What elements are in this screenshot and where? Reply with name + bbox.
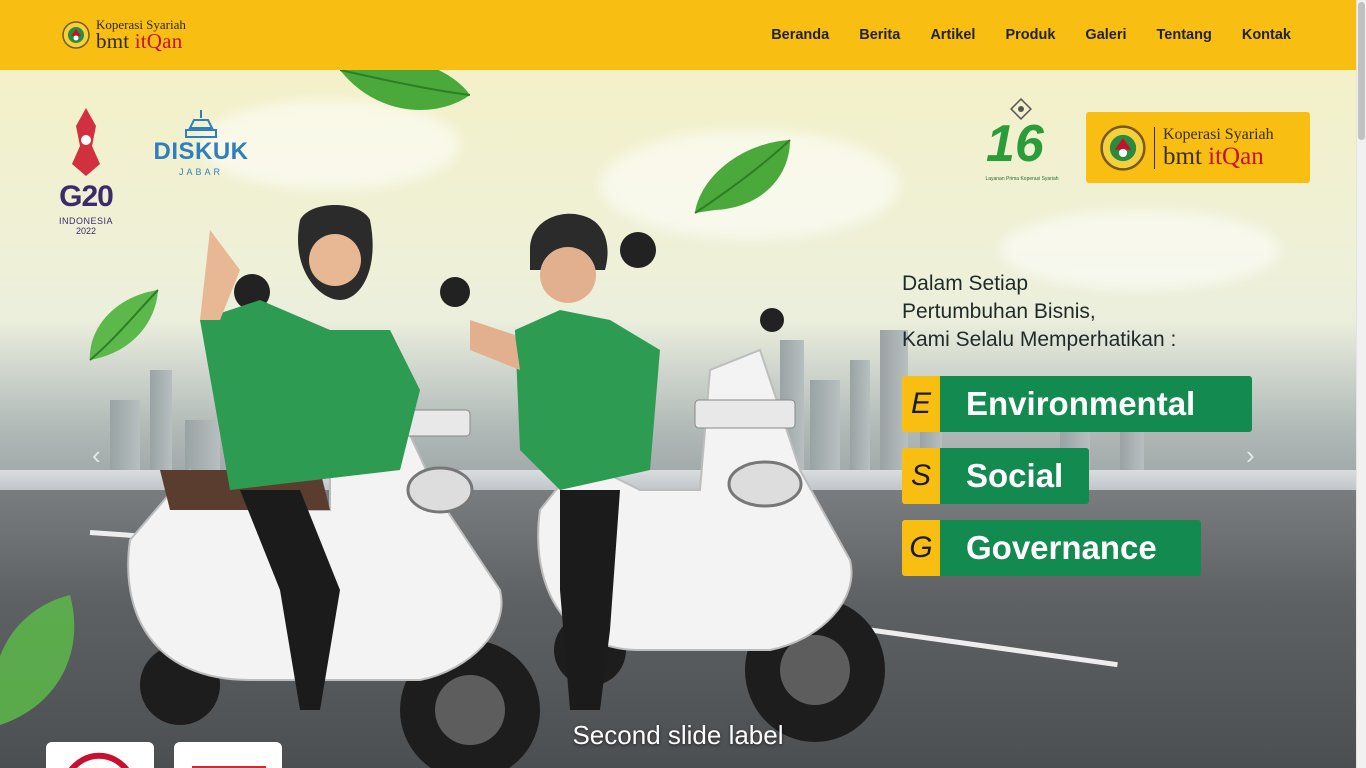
page-scrollbar[interactable] [1356,0,1366,768]
nav-item-beranda[interactable]: Beranda [771,27,829,43]
nav-item-berita[interactable]: Berita [859,27,900,43]
slide-caption: Second slide label [572,720,784,750]
brand-name-accent: itQan [134,29,183,53]
esg-word: Environmental [940,376,1252,432]
headline-line-2: Pertumbuhan Bisnis, [902,300,1096,323]
brand-name: bmt itQan [96,31,186,52]
esg-word: Governance [940,520,1201,576]
esg-letter: E [902,376,940,432]
brand-text: Koperasi Syariah bmt itQan [96,18,186,52]
bmt-emblem-icon [62,21,90,49]
nav-item-galeri[interactable]: Galeri [1085,27,1126,43]
main-nav: Beranda Berita Artikel Produk Galeri Ten… [771,0,1291,70]
headline-line-1: Dalam Setiap [902,272,1029,295]
brand-name-prefix: bmt [96,29,135,53]
nav-item-tentang[interactable]: Tentang [1157,27,1212,43]
esg-letter: S [902,448,940,504]
esg-social: S Social [902,448,1089,504]
nav-item-produk[interactable]: Produk [1005,27,1055,43]
brand-logo-link[interactable]: Koperasi Syariah bmt itQan [62,18,186,52]
scrollbar-thumb[interactable] [1358,2,1365,140]
esg-governance: G Governance [902,520,1201,576]
hero-carousel: G20 INDONESIA 2022 DISKUK JABAR 16 Layan… [0,70,1356,768]
hero-headline: Dalam Setiap Pertumbuhan Bisnis, Kami Se… [902,270,1176,354]
nav-item-kontak[interactable]: Kontak [1242,27,1291,43]
headline-line-3: Kami Selalu Memperhatikan : [902,328,1177,351]
esg-letter: G [902,520,940,576]
sponsor-wordmark-icon [192,766,266,768]
esg-word: Social [940,448,1089,504]
sponsor-swoosh-icon [69,752,129,768]
chevron-right-icon[interactable]: › [1246,440,1255,471]
navbar: Koperasi Syariah bmt itQan Beranda Berit… [0,0,1356,70]
esg-environmental: E Environmental [902,376,1252,432]
chevron-left-icon[interactable]: ‹ [92,440,101,471]
nav-item-artikel[interactable]: Artikel [930,27,975,43]
